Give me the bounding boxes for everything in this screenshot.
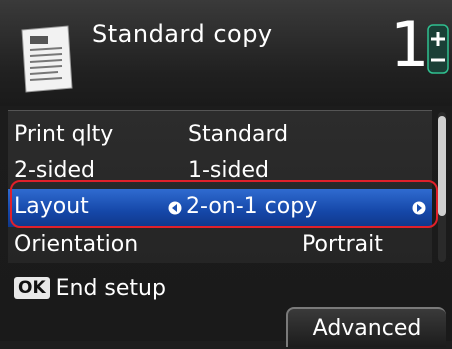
setting-value: Standard	[188, 122, 289, 147]
setting-label: 2-sided	[14, 158, 95, 183]
setting-value: 1-sided	[188, 158, 269, 183]
advanced-tab[interactable]: Advanced	[286, 307, 446, 347]
setting-label: Orientation	[14, 232, 139, 257]
document-icon	[21, 25, 73, 93]
setting-label: Layout	[14, 194, 89, 219]
setting-value: 2-on-1 copy	[186, 194, 318, 219]
setting-row-print-quality[interactable]: Print qlty Standard	[8, 117, 432, 155]
scrollbar-thumb[interactable]	[438, 116, 446, 216]
header: Standard copy 1	[0, 0, 452, 106]
setting-row-orientation[interactable]: Orientation Portrait	[8, 227, 432, 265]
page-title: Standard copy	[92, 20, 273, 48]
end-setup-hint[interactable]: OK End setup	[14, 276, 166, 304]
ok-button-icon: OK	[14, 277, 50, 299]
arrow-right-icon[interactable]	[412, 201, 426, 215]
plus-minus-icon[interactable]	[427, 24, 449, 74]
printer-lcd-screen: Standard copy 1 Print qlty Standard 2-si…	[0, 0, 452, 347]
setting-row-layout[interactable]: Layout 2-on-1 copy	[8, 189, 432, 227]
setting-row-2-sided[interactable]: 2-sided 1-sided	[8, 153, 432, 191]
end-setup-label: End setup	[55, 276, 166, 301]
scrollbar[interactable]	[438, 112, 446, 262]
arrow-left-icon[interactable]	[168, 201, 182, 215]
settings-list: Print qlty Standard 2-sided 1-sided Layo…	[8, 110, 432, 263]
copies-count: 1	[390, 8, 430, 81]
setting-label: Print qlty	[14, 122, 114, 147]
setting-value: Portrait	[302, 232, 383, 257]
